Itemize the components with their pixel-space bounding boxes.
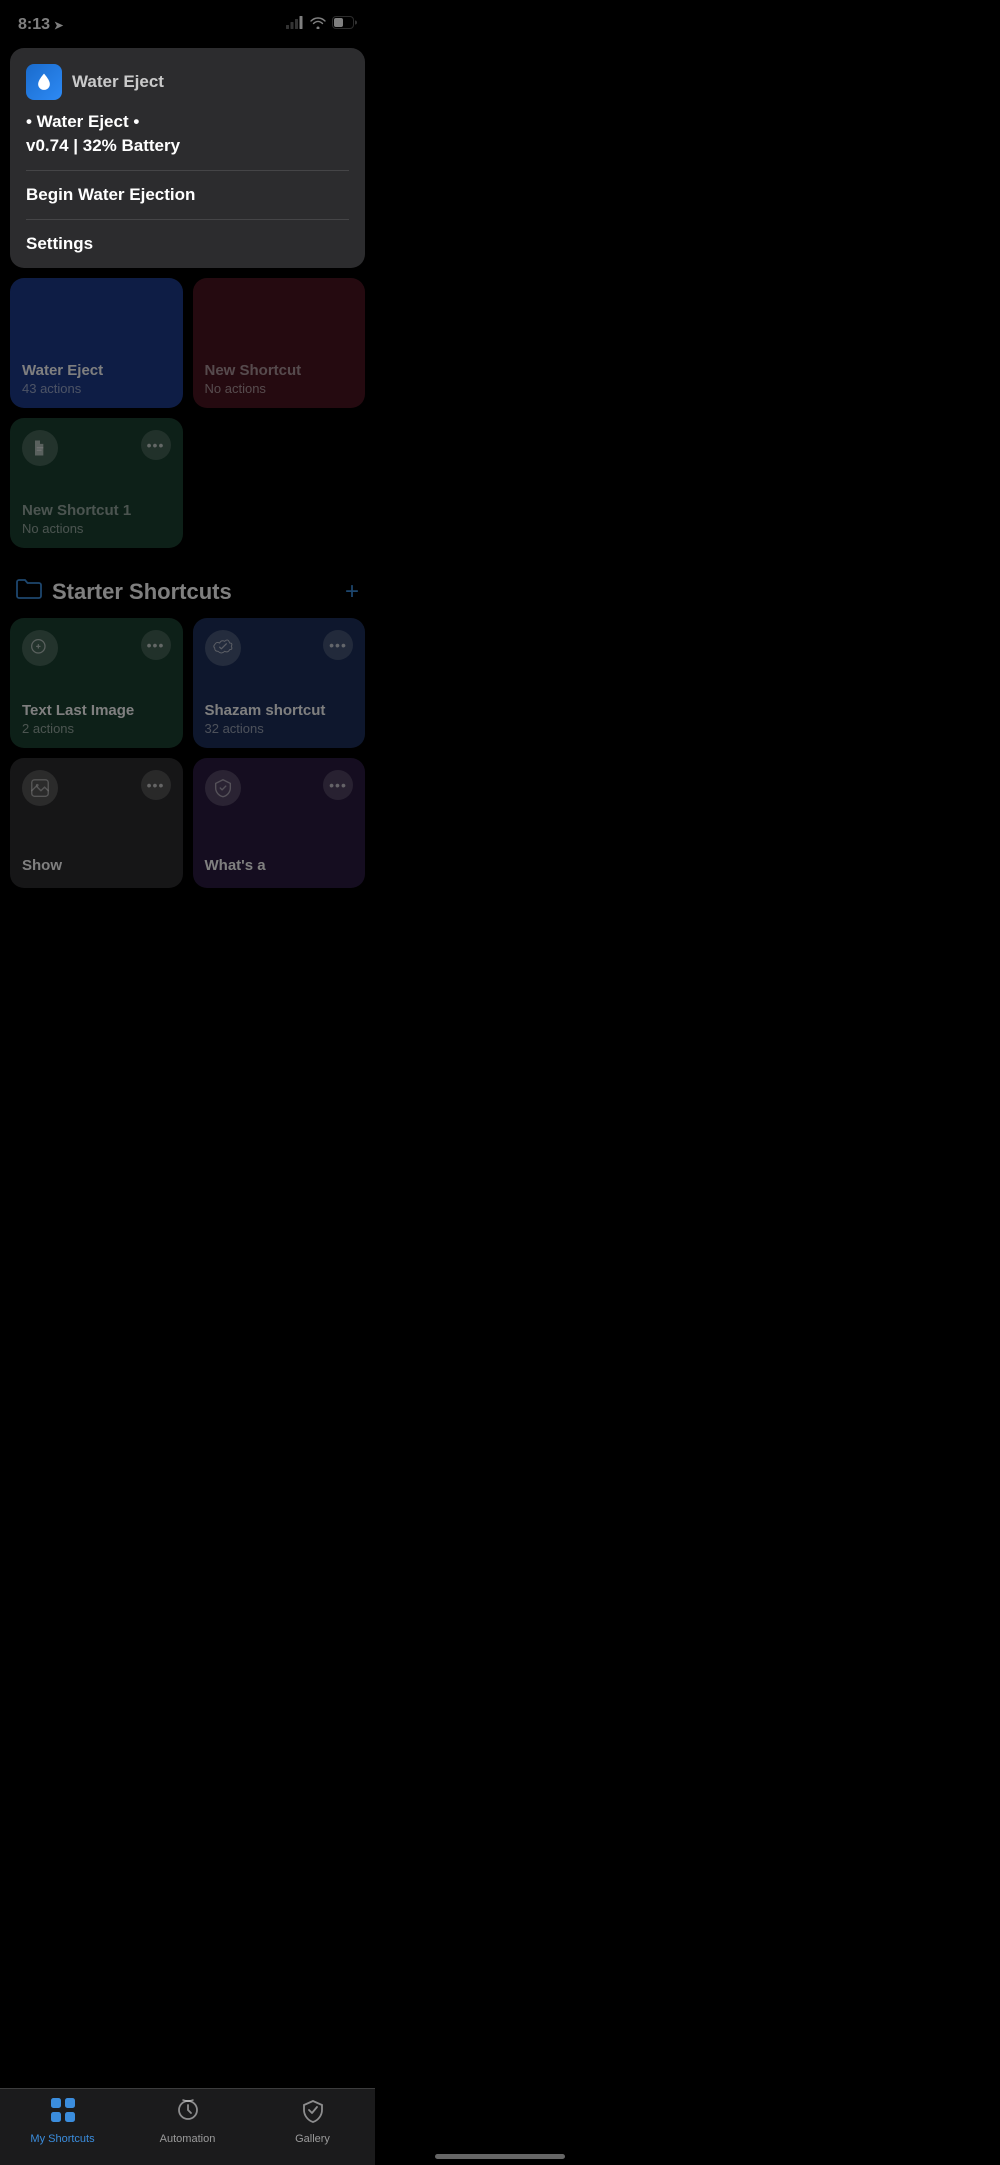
context-item-settings[interactable]: Settings bbox=[10, 220, 365, 268]
context-item-begin-water-ejection[interactable]: Begin Water Ejection bbox=[10, 171, 365, 219]
context-menu-header: Water Eject bbox=[10, 48, 365, 110]
context-menu-subtitle: • Water Eject • v0.74 | 32% Battery bbox=[10, 110, 365, 170]
page-wrapper: 8:13 ➤ bbox=[0, 0, 375, 988]
context-menu-title: Water Eject bbox=[72, 72, 164, 92]
context-menu: Water Eject • Water Eject • v0.74 | 32% … bbox=[10, 48, 365, 268]
water-eject-icon bbox=[26, 64, 62, 100]
